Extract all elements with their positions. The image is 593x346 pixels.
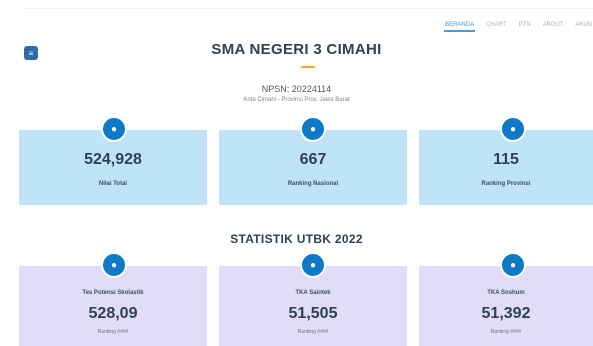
utbk-rank: Ranking #### — [490, 329, 522, 335]
utbk-rank: Ranking #### — [97, 329, 129, 335]
utbk-section-title: STATISTIK UTBK 2022 — [230, 232, 363, 246]
stat-value: 667 — [299, 151, 327, 168]
utbk-label: TKA Saintek — [295, 290, 331, 296]
utbk-value: 51,392 — [481, 305, 531, 322]
stat-value: 524,928 — [84, 151, 142, 168]
utbk-value: 528,09 — [88, 305, 138, 322]
nav-item-beranda[interactable]: BERANDA — [444, 20, 476, 32]
top-nav: BERANDA CHART PTN ABOUT AKUN — [444, 20, 593, 32]
nav-item-about[interactable]: ABOUT — [542, 20, 565, 32]
utbk-value: 51,505 — [288, 305, 338, 322]
trophy-icon: ● — [101, 116, 127, 142]
school-npsn: NPSN: 20224114 — [261, 84, 332, 94]
utbk-rank: Ranking #### — [297, 329, 329, 335]
ranking-icon: ● — [500, 116, 526, 142]
book-icon: ● — [500, 252, 526, 278]
utbk-label: Tes Potensi Skolastik — [82, 290, 144, 296]
header-divider — [22, 8, 593, 9]
utbk-card-saintek: TKA Saintek 51,505 Ranking #### — [219, 266, 407, 346]
stat-label: Nilai Total — [98, 181, 128, 187]
school-name: SMA NEGERI 3 CIMAHI — [211, 41, 382, 58]
ranking-icon: ● — [300, 116, 326, 142]
school-location: Kota Cimahi - Provinsi Prov. Jawa Barat — [243, 97, 350, 103]
book-icon: ● — [300, 252, 326, 278]
utbk-label: TKA Soshum — [487, 290, 525, 296]
title-accent-bar — [301, 66, 315, 68]
utbk-card-tps: Tes Potensi Skolastik 528,09 Ranking ###… — [19, 266, 207, 346]
stat-label: Ranking Nasional — [287, 181, 339, 187]
chart-icon: ● — [101, 252, 127, 278]
nav-item-akun[interactable]: AKUN — [574, 20, 593, 32]
stat-label: Ranking Provinsi — [481, 181, 531, 187]
stat-value: 115 — [493, 151, 519, 168]
stat-card-province-rank: 115 Ranking Provinsi — [419, 130, 593, 205]
utbk-card-soshum: TKA Soshum 51,392 Ranking #### — [419, 266, 593, 346]
nav-item-ptn[interactable]: PTN — [518, 20, 532, 32]
nav-item-chart[interactable]: CHART — [485, 20, 508, 32]
